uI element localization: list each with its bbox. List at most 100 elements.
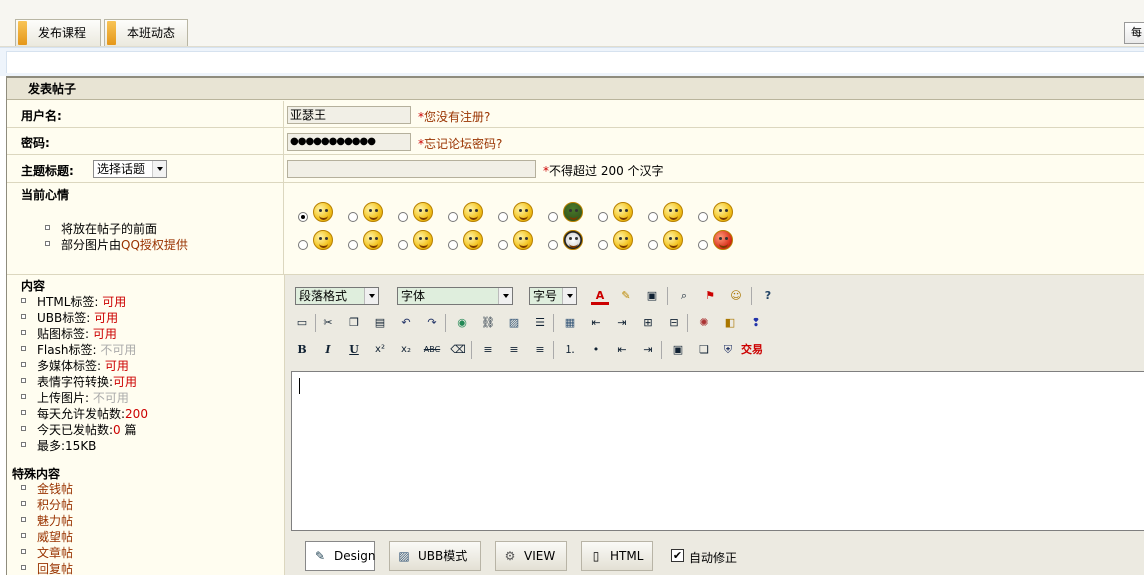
mood-radio[interactable] <box>648 240 658 250</box>
help-icon[interactable]: ? <box>759 287 777 305</box>
mood-radio[interactable] <box>498 240 508 250</box>
chevron-down-icon <box>152 161 166 177</box>
qq-link[interactable]: QQ授权提供 <box>121 238 188 252</box>
mood-radio[interactable] <box>298 212 308 222</box>
trade-button[interactable]: 交易 <box>737 341 767 359</box>
mood-radio[interactable] <box>648 212 658 222</box>
paste-icon[interactable]: ▤ <box>371 314 389 332</box>
flag-icon[interactable]: ⚑ <box>701 287 719 305</box>
paragraph-format-select[interactable]: 段落格式 <box>295 287 379 305</box>
design-mode-button[interactable]: ✎ Design <box>305 541 375 571</box>
horizontal-rule-icon[interactable]: ☰ <box>531 314 549 332</box>
insert-link-icon[interactable]: ◉ <box>453 314 471 332</box>
username-field[interactable]: 亚瑟王 <box>287 106 411 124</box>
font-color-icon[interactable]: A <box>591 287 609 305</box>
rule-status: 0 <box>113 423 121 437</box>
mood-radio[interactable] <box>348 240 358 250</box>
strikethrough-icon[interactable]: ABC <box>423 341 441 359</box>
html-mode-button[interactable]: ▯ HTML <box>581 541 653 571</box>
font-size-select[interactable]: 字号 <box>529 287 577 305</box>
emoticon-icon[interactable]: ☺ <box>727 287 745 305</box>
cube-icon[interactable]: ▣ <box>643 287 661 305</box>
mood-radio[interactable] <box>698 240 708 250</box>
autofix-checkbox[interactable]: ✔ <box>671 549 684 562</box>
outdent-icon[interactable]: ⇤ <box>613 341 631 359</box>
mood-radio[interactable] <box>448 212 458 222</box>
ordered-list-icon[interactable]: ⒈ <box>561 341 579 359</box>
mood-radio[interactable] <box>398 240 408 250</box>
undo-icon[interactable]: ↶ <box>397 314 415 332</box>
cut-icon[interactable]: ✂ <box>319 314 337 332</box>
merge-cells-icon[interactable]: ⊞ <box>639 314 657 332</box>
underline-icon[interactable]: U <box>345 341 363 359</box>
tab-publish-course[interactable]: 发布课程 <box>15 19 101 46</box>
design-icon: ✎ <box>314 549 326 563</box>
unlink-icon[interactable]: ⛓ <box>479 314 497 332</box>
editor-text-area[interactable] <box>291 371 1144 531</box>
insert-table-icon[interactable]: ▦ <box>561 314 579 332</box>
mood-radio[interactable] <box>498 212 508 222</box>
right-edge-button[interactable]: 每 <box>1124 22 1144 44</box>
unordered-list-icon[interactable]: • <box>587 341 605 359</box>
forgot-password-link[interactable]: 忘记论坛密码? <box>424 137 502 151</box>
bullet-icon <box>21 410 26 415</box>
surprised-icon <box>613 202 633 222</box>
shield-icon[interactable]: ⛨ <box>719 341 737 359</box>
bullet-icon <box>21 330 26 335</box>
bullet-icon <box>45 241 50 246</box>
special-link[interactable]: 威望帖 <box>37 528 73 545</box>
insert-column-icon[interactable]: ⇥ <box>613 314 631 332</box>
register-link[interactable]: 您没有注册? <box>424 110 490 124</box>
angry-icon <box>363 230 383 250</box>
italic-icon[interactable]: I <box>319 341 337 359</box>
army-icon <box>563 202 583 222</box>
align-center-icon[interactable]: ≡ <box>505 341 523 359</box>
mood-radio[interactable] <box>698 212 708 222</box>
mood-radio[interactable] <box>598 212 608 222</box>
copy-icon[interactable]: ❐ <box>345 314 363 332</box>
indent-icon[interactable]: ⇥ <box>639 341 657 359</box>
align-left-icon[interactable]: ≡ <box>479 341 497 359</box>
highlight-icon[interactable]: ✎ <box>617 287 635 305</box>
template-icon[interactable]: ❏ <box>695 341 713 359</box>
mood-radio[interactable] <box>448 240 458 250</box>
special-link[interactable]: 回复帖 <box>37 560 73 575</box>
media-icon[interactable]: ✺ <box>695 314 713 332</box>
redo-icon[interactable]: ↷ <box>423 314 441 332</box>
find-icon[interactable]: ⌕ <box>675 287 693 305</box>
subject-input[interactable] <box>287 160 536 178</box>
view-mode-button[interactable]: ⚙ VIEW <box>495 541 567 571</box>
password-label: 密码: <box>21 136 50 150</box>
font-select[interactable]: 字体 <box>397 287 513 305</box>
ubb-mode-button[interactable]: ▨ UBB模式 <box>389 541 481 571</box>
eraser-icon[interactable]: ⌫ <box>449 341 467 359</box>
mood-radio[interactable] <box>548 212 558 222</box>
mood-radio[interactable] <box>348 212 358 222</box>
password-field[interactable]: ●●●●●●●●●●● <box>287 133 411 151</box>
special-link[interactable]: 魅力帖 <box>37 512 73 529</box>
special-link[interactable]: 金钱帖 <box>37 480 73 497</box>
special-link[interactable]: 积分帖 <box>37 496 73 513</box>
smug-icon <box>363 202 383 222</box>
special-link[interactable]: 文章帖 <box>37 544 73 561</box>
topic-select[interactable]: 选择话题 <box>93 160 167 178</box>
insert-image-icon[interactable]: ▨ <box>505 314 523 332</box>
full-screen-icon[interactable]: ▭ <box>293 314 311 332</box>
sleepy-icon <box>513 230 533 250</box>
split-cells-icon[interactable]: ⊟ <box>665 314 683 332</box>
bold-icon[interactable]: B <box>293 341 311 359</box>
mood-radio[interactable] <box>298 240 308 250</box>
emoticon-grid <box>285 183 1144 274</box>
flash-icon[interactable]: ◧ <box>721 314 739 332</box>
quote-icon[interactable]: ❢ <box>747 314 765 332</box>
insert-date-icon[interactable]: ▣ <box>669 341 687 359</box>
subject-row: 主题标题: 选择话题 *不得超过 200 个汉字 <box>7 155 1144 183</box>
mood-radio[interactable] <box>398 212 408 222</box>
mood-radio[interactable] <box>598 240 608 250</box>
insert-row-icon[interactable]: ⇤ <box>587 314 605 332</box>
tab-class-news[interactable]: 本班动态 <box>104 19 188 46</box>
superscript-icon[interactable]: x² <box>371 341 389 359</box>
subscript-icon[interactable]: x₂ <box>397 341 415 359</box>
align-right-icon[interactable]: ≡ <box>531 341 549 359</box>
mood-radio[interactable] <box>548 240 558 250</box>
